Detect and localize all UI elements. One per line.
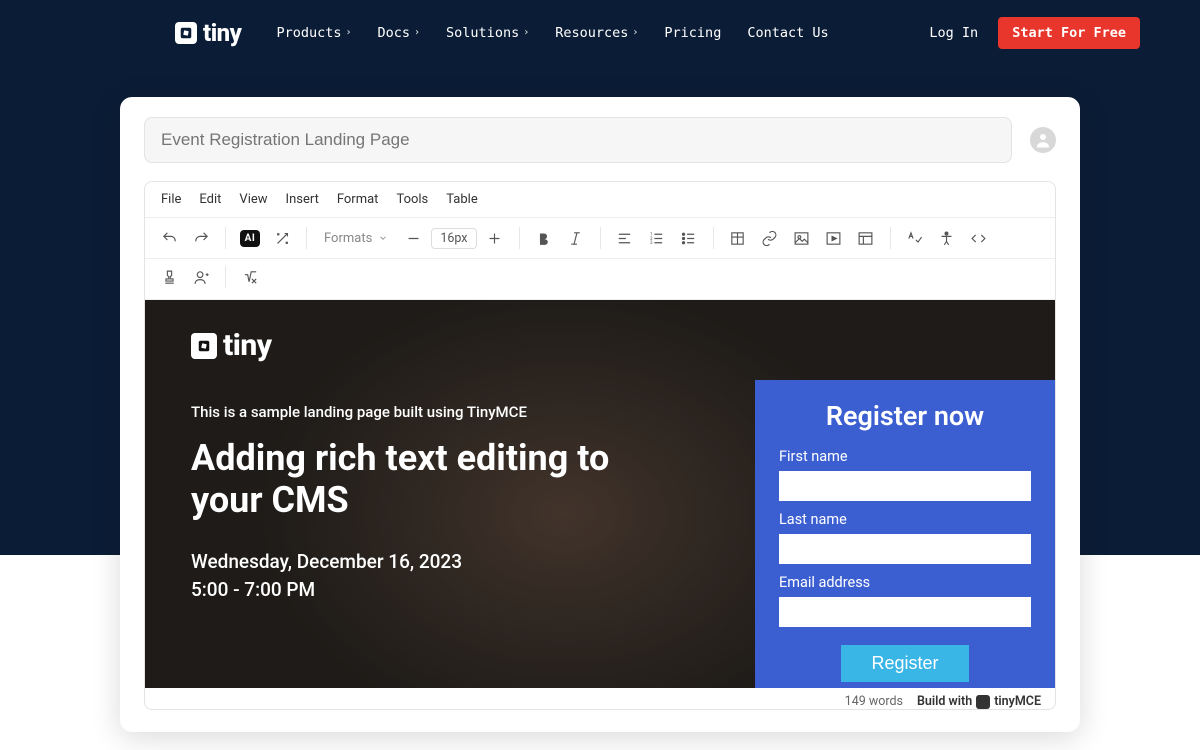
powered-by[interactable]: Build with tinyMCE (917, 694, 1041, 709)
email-label: Email address (779, 574, 1031, 591)
redo-button[interactable] (187, 224, 215, 252)
editor-toolbar-row2 (145, 259, 1055, 300)
toolbar-separator (519, 227, 520, 249)
chevron-down-icon (378, 233, 388, 243)
menu-table[interactable]: Table (446, 192, 477, 207)
editor-card: File Edit View Insert Format Tools Table… (120, 97, 1080, 732)
nav-products[interactable]: Products› (276, 25, 351, 41)
menu-file[interactable]: File (161, 192, 181, 207)
svg-text:3: 3 (650, 241, 653, 246)
editor-menubar: File Edit View Insert Format Tools Table (145, 182, 1055, 218)
toolbar-separator (306, 227, 307, 249)
align-button[interactable] (611, 224, 639, 252)
editor-statusbar: 149 words Build with tinyMCE (145, 688, 1055, 709)
link-button[interactable] (756, 224, 784, 252)
accessibility-button[interactable] (933, 224, 961, 252)
tiny-logo-mark-icon (175, 22, 197, 44)
fontsize-input[interactable]: 16px (431, 228, 476, 249)
menu-tools[interactable]: Tools (396, 192, 428, 207)
image-button[interactable] (788, 224, 816, 252)
code-button[interactable] (965, 224, 993, 252)
fontsize-increase-button[interactable] (481, 224, 509, 252)
tiny-logo[interactable]: tiny (175, 19, 241, 47)
tinymce-logo-icon (976, 695, 990, 709)
chevron-right-icon: › (632, 27, 638, 38)
register-form-panel: Register now First name Last name Email … (755, 380, 1055, 688)
menu-edit[interactable]: Edit (199, 192, 221, 207)
register-form-title: Register now (779, 400, 1031, 432)
content-left: tiny This is a sample landing page built… (145, 300, 755, 688)
last-name-label: Last name (779, 511, 1031, 528)
menu-view[interactable]: View (239, 192, 267, 207)
content-meta: Wednesday, December 16, 2023 5:00 - 7:00… (191, 548, 725, 605)
fontsize-decrease-button[interactable] (399, 224, 427, 252)
menu-insert[interactable]: Insert (286, 192, 319, 207)
chevron-right-icon: › (414, 27, 420, 38)
tinymce-editor: File Edit View Insert Format Tools Table… (144, 181, 1056, 710)
toolbar-separator (600, 227, 601, 249)
email-input[interactable] (779, 597, 1031, 627)
nav-resources[interactable]: Resources› (555, 25, 638, 41)
first-name-input[interactable] (779, 471, 1031, 501)
word-count[interactable]: 149 words (845, 694, 903, 709)
editor-toolbar: AI Formats 16px 123 (145, 218, 1055, 259)
chevron-right-icon: › (523, 27, 529, 38)
content-time: 5:00 - 7:00 PM (191, 576, 725, 605)
last-name-input[interactable] (779, 534, 1031, 564)
spellcheck-button[interactable] (901, 224, 929, 252)
media-button[interactable] (820, 224, 848, 252)
formats-dropdown[interactable]: Formats (317, 224, 395, 252)
toolbar-separator (225, 266, 226, 288)
ai-button[interactable]: AI (236, 224, 264, 252)
content-headline: Adding rich text editing to your CMS (191, 437, 631, 522)
nav-docs[interactable]: Docs› (378, 25, 421, 41)
top-navigation: tiny Products› Docs› Solutions› Resource… (0, 0, 1200, 65)
bullet-list-button[interactable] (675, 224, 703, 252)
nav-solutions[interactable]: Solutions› (446, 25, 529, 41)
tiny-logo-mark-icon (191, 333, 217, 359)
stamp-button[interactable] (155, 263, 183, 291)
content-date: Wednesday, December 16, 2023 (191, 548, 725, 577)
toolbar-separator (225, 227, 226, 249)
magic-wand-button[interactable] (268, 224, 296, 252)
formats-label: Formats (324, 231, 372, 246)
content-tiny-logo-text: tiny (223, 328, 272, 363)
template-button[interactable] (852, 224, 880, 252)
content-tiny-logo: tiny (191, 328, 725, 363)
nav-contact[interactable]: Contact Us (747, 25, 828, 41)
numbered-list-button[interactable]: 123 (643, 224, 671, 252)
editor-content-area[interactable]: tiny This is a sample landing page built… (145, 300, 1055, 688)
user-avatar-icon[interactable] (1030, 127, 1056, 153)
primary-nav: Products› Docs› Solutions› Resources› Pr… (276, 25, 828, 41)
bold-button[interactable] (530, 224, 558, 252)
add-user-button[interactable] (187, 263, 215, 291)
tinymce-brand-text: tinyMCE (994, 694, 1041, 709)
buildwith-label: Build with (917, 694, 972, 709)
nav-right: Log In Start For Free (929, 17, 1140, 49)
page-title-input[interactable] (144, 117, 1012, 163)
toolbar-separator (890, 227, 891, 249)
login-link[interactable]: Log In (929, 25, 978, 41)
equation-button[interactable] (236, 263, 264, 291)
toolbar-separator (713, 227, 714, 249)
italic-button[interactable] (562, 224, 590, 252)
undo-button[interactable] (155, 224, 183, 252)
start-free-button[interactable]: Start For Free (998, 17, 1140, 49)
nav-pricing[interactable]: Pricing (664, 25, 721, 41)
first-name-label: First name (779, 448, 1031, 465)
register-button[interactable]: Register (841, 645, 968, 682)
table-button[interactable] (724, 224, 752, 252)
menu-format[interactable]: Format (337, 192, 379, 207)
content-subtitle: This is a sample landing page built usin… (191, 403, 725, 421)
tiny-logo-text: tiny (203, 19, 241, 47)
chevron-right-icon: › (345, 27, 351, 38)
title-row (120, 117, 1080, 181)
